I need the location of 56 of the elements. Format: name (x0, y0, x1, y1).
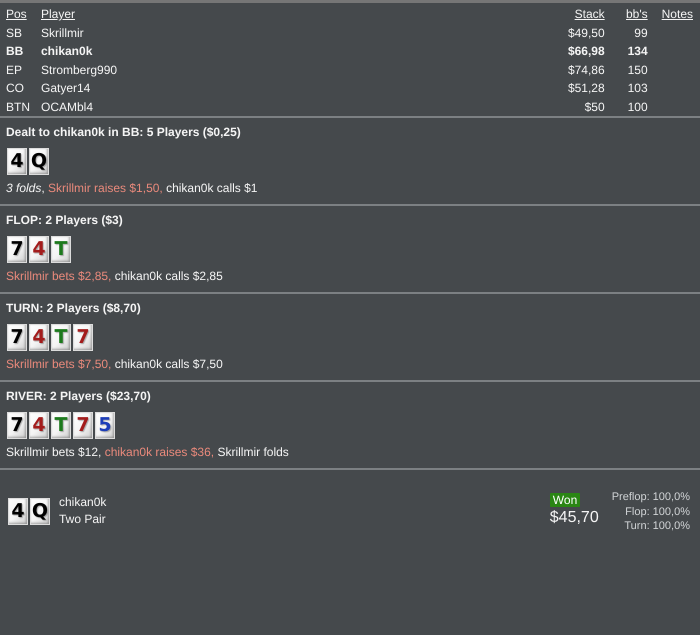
column-header[interactable]: Player (41, 5, 525, 24)
street-heading: RIVER: 2 Players ($23,70) (6, 388, 152, 405)
equity-line: Turn: 100,0% (623, 519, 690, 534)
big-blinds-cell-text: 100 (626, 98, 648, 116)
action-line: Skrillmir bets $12, chikan0k raises $36, Skrillmir folds (6, 444, 290, 461)
player-name: chikan0k (59, 494, 106, 511)
won-amount: $45,70 (550, 508, 599, 528)
stack-cell-text: $51,28 (566, 80, 605, 97)
outcome-badge: Won (550, 493, 580, 507)
action-line: 3 folds, Skrillmir raises $1,50, chikan0k calls $1 (6, 180, 258, 197)
playing-card: 7 (7, 412, 27, 439)
playing-card: T (51, 236, 71, 263)
position-cell-text: EP (6, 62, 24, 78)
position-cell-text: BTN (6, 98, 31, 116)
hand-rank: Two Pair (59, 511, 106, 528)
playing-card: 7 (7, 324, 27, 351)
playing-card: 4 (7, 148, 27, 175)
column-header[interactable]: Stack (524, 5, 605, 24)
position-cell-text: SB (6, 24, 24, 42)
player-name-cell-text: OCAMbl4 (41, 98, 94, 116)
player-name-cell-text: Gatyer14 (41, 80, 92, 97)
position-cell-text: BB (6, 43, 24, 60)
playing-card: 4 (29, 412, 49, 439)
stack-cell-text: $74,86 (566, 62, 605, 78)
big-blinds-cell-text: 99 (633, 24, 648, 42)
playing-card: 5 (95, 412, 115, 439)
playing-card: 4 (8, 498, 28, 525)
playing-card: 7 (73, 412, 93, 439)
playing-card: 4 (29, 236, 49, 263)
column-header[interactable]: Pos (6, 5, 41, 24)
stack-cell-text: $50 (584, 98, 605, 116)
playing-card: T (51, 412, 71, 439)
playing-card: 4 (29, 324, 49, 351)
playing-card: T (51, 324, 71, 351)
player-name-cell-text: Stromberg990 (41, 62, 118, 78)
position-cell-text: CO (6, 80, 25, 97)
stack-cell-text: $49,50 (566, 24, 605, 42)
column-header[interactable]: bb's (604, 5, 648, 24)
big-blinds-cell-text: 150 (626, 62, 648, 78)
stack-cell-text: $66,98 (566, 43, 605, 60)
column-header[interactable]: Notes (662, 5, 693, 24)
playing-card: 7 (7, 236, 27, 263)
action-line: Skrillmir bets $7,50, chikan0k calls $7,50 (6, 356, 224, 373)
playing-card: 7 (73, 324, 93, 351)
street-heading: TURN: 2 Players ($8,70) (6, 300, 142, 317)
action-line: Skrillmir bets $2,85, chikan0k calls $2,85 (6, 268, 224, 285)
street-heading: Dealt to chikan0k in BB: 5 Players ($0,25) (6, 124, 242, 141)
street-heading: FLOP: 2 Players ($3) (6, 212, 124, 229)
playing-card: Q (30, 498, 50, 525)
player-name-cell-text: chikan0k (41, 43, 94, 60)
equity-line: Preflop: 100,0% (612, 490, 690, 504)
big-blinds-cell-text: 134 (626, 43, 648, 60)
equity-line: Flop: 100,0% (624, 504, 690, 519)
big-blinds-cell-text: 103 (626, 80, 648, 97)
playing-card: Q (29, 148, 49, 175)
player-name-cell-text: Skrillmir (41, 24, 85, 42)
